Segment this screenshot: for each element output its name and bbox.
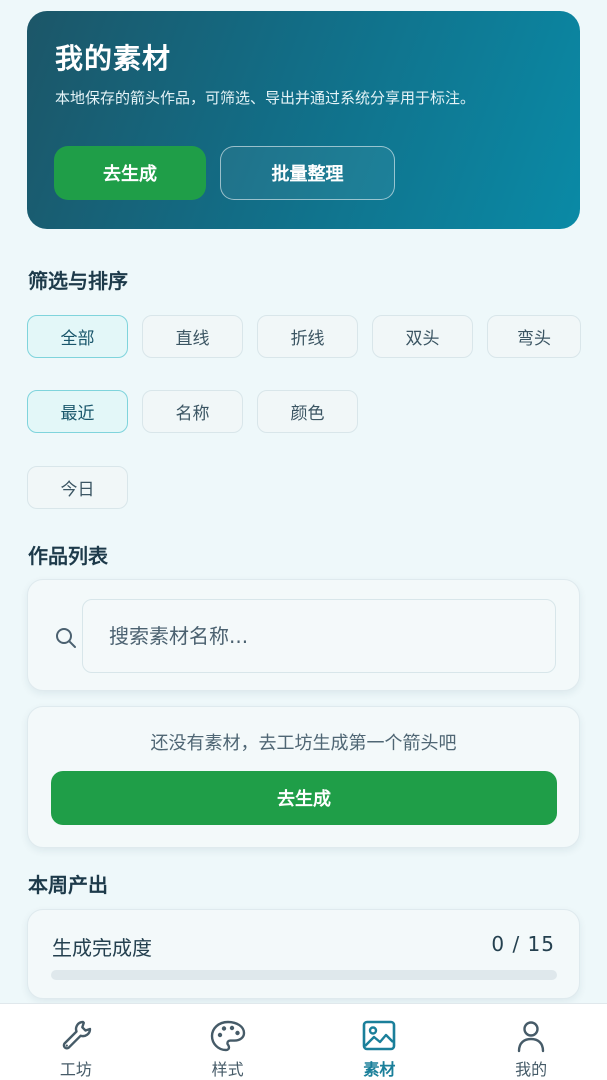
chip-sort-name[interactable]: 名称	[142, 390, 243, 433]
hero-description: 本地保存的箭头作品，可筛选、导出并通过系统分享用于标注。	[55, 89, 476, 107]
date-chip-row: 今日	[27, 466, 128, 509]
nav-label-mine: 我的	[515, 1060, 548, 1079]
weekly-section-title: 本周产出	[28, 873, 108, 897]
hero-card: 我的素材 本地保存的箭头作品，可筛选、导出并通过系统分享用于标注。 去生成 批量…	[27, 11, 580, 229]
nav-item-mine[interactable]: 我的	[455, 1004, 607, 1080]
bottom-nav: 工坊 样式 素材 我的	[0, 1003, 607, 1080]
chip-type-curved[interactable]: 弯头	[487, 315, 581, 358]
empty-state-card: 还没有素材，去工坊生成第一个箭头吧 去生成	[27, 706, 580, 848]
chip-type-all[interactable]: 全部	[27, 315, 128, 358]
progress-label: 生成完成度	[52, 936, 152, 960]
search-input[interactable]	[82, 599, 556, 673]
chip-type-double-head[interactable]: 双头	[372, 315, 473, 358]
nav-item-assets[interactable]: 素材	[304, 1004, 456, 1080]
chip-type-polyline[interactable]: 折线	[257, 315, 358, 358]
user-icon	[517, 1021, 545, 1053]
progress-count: 0 / 15	[491, 932, 555, 956]
nav-item-style[interactable]: 样式	[152, 1004, 304, 1080]
filter-section-title: 筛选与排序	[28, 269, 128, 293]
hero-generate-button[interactable]: 去生成	[54, 146, 206, 200]
wrench-icon	[62, 1020, 92, 1050]
nav-label-style: 样式	[211, 1060, 244, 1079]
nav-label-workshop: 工坊	[59, 1060, 92, 1079]
hero-title: 我的素材	[55, 42, 172, 75]
page: 我的素材 本地保存的箭头作品，可筛选、导出并通过系统分享用于标注。 去生成 批量…	[0, 0, 607, 1080]
nav-item-workshop[interactable]: 工坊	[0, 1004, 152, 1080]
list-section-title: 作品列表	[28, 544, 108, 568]
sort-chip-row: 最近 名称 颜色	[27, 390, 358, 433]
type-chip-row: 全部 直线 折线 双头 弯头	[27, 315, 581, 358]
progress-bar	[51, 970, 557, 980]
chip-date-today[interactable]: 今日	[27, 466, 128, 509]
empty-state-text: 还没有素材，去工坊生成第一个箭头吧	[150, 733, 457, 754]
chip-sort-color[interactable]: 颜色	[257, 390, 358, 433]
image-icon	[363, 1020, 396, 1051]
search-card	[27, 579, 580, 691]
hero-actions: 去生成 批量整理	[54, 146, 395, 200]
nav-label-assets: 素材	[363, 1060, 396, 1079]
chip-type-straight[interactable]: 直线	[142, 315, 243, 358]
chip-sort-recent[interactable]: 最近	[27, 390, 128, 433]
empty-generate-button[interactable]: 去生成	[51, 771, 557, 825]
batch-organize-button[interactable]: 批量整理	[220, 146, 395, 200]
search-icon	[56, 628, 76, 648]
progress-card: 生成完成度 0 / 15	[27, 909, 580, 999]
palette-icon	[210, 1020, 245, 1052]
